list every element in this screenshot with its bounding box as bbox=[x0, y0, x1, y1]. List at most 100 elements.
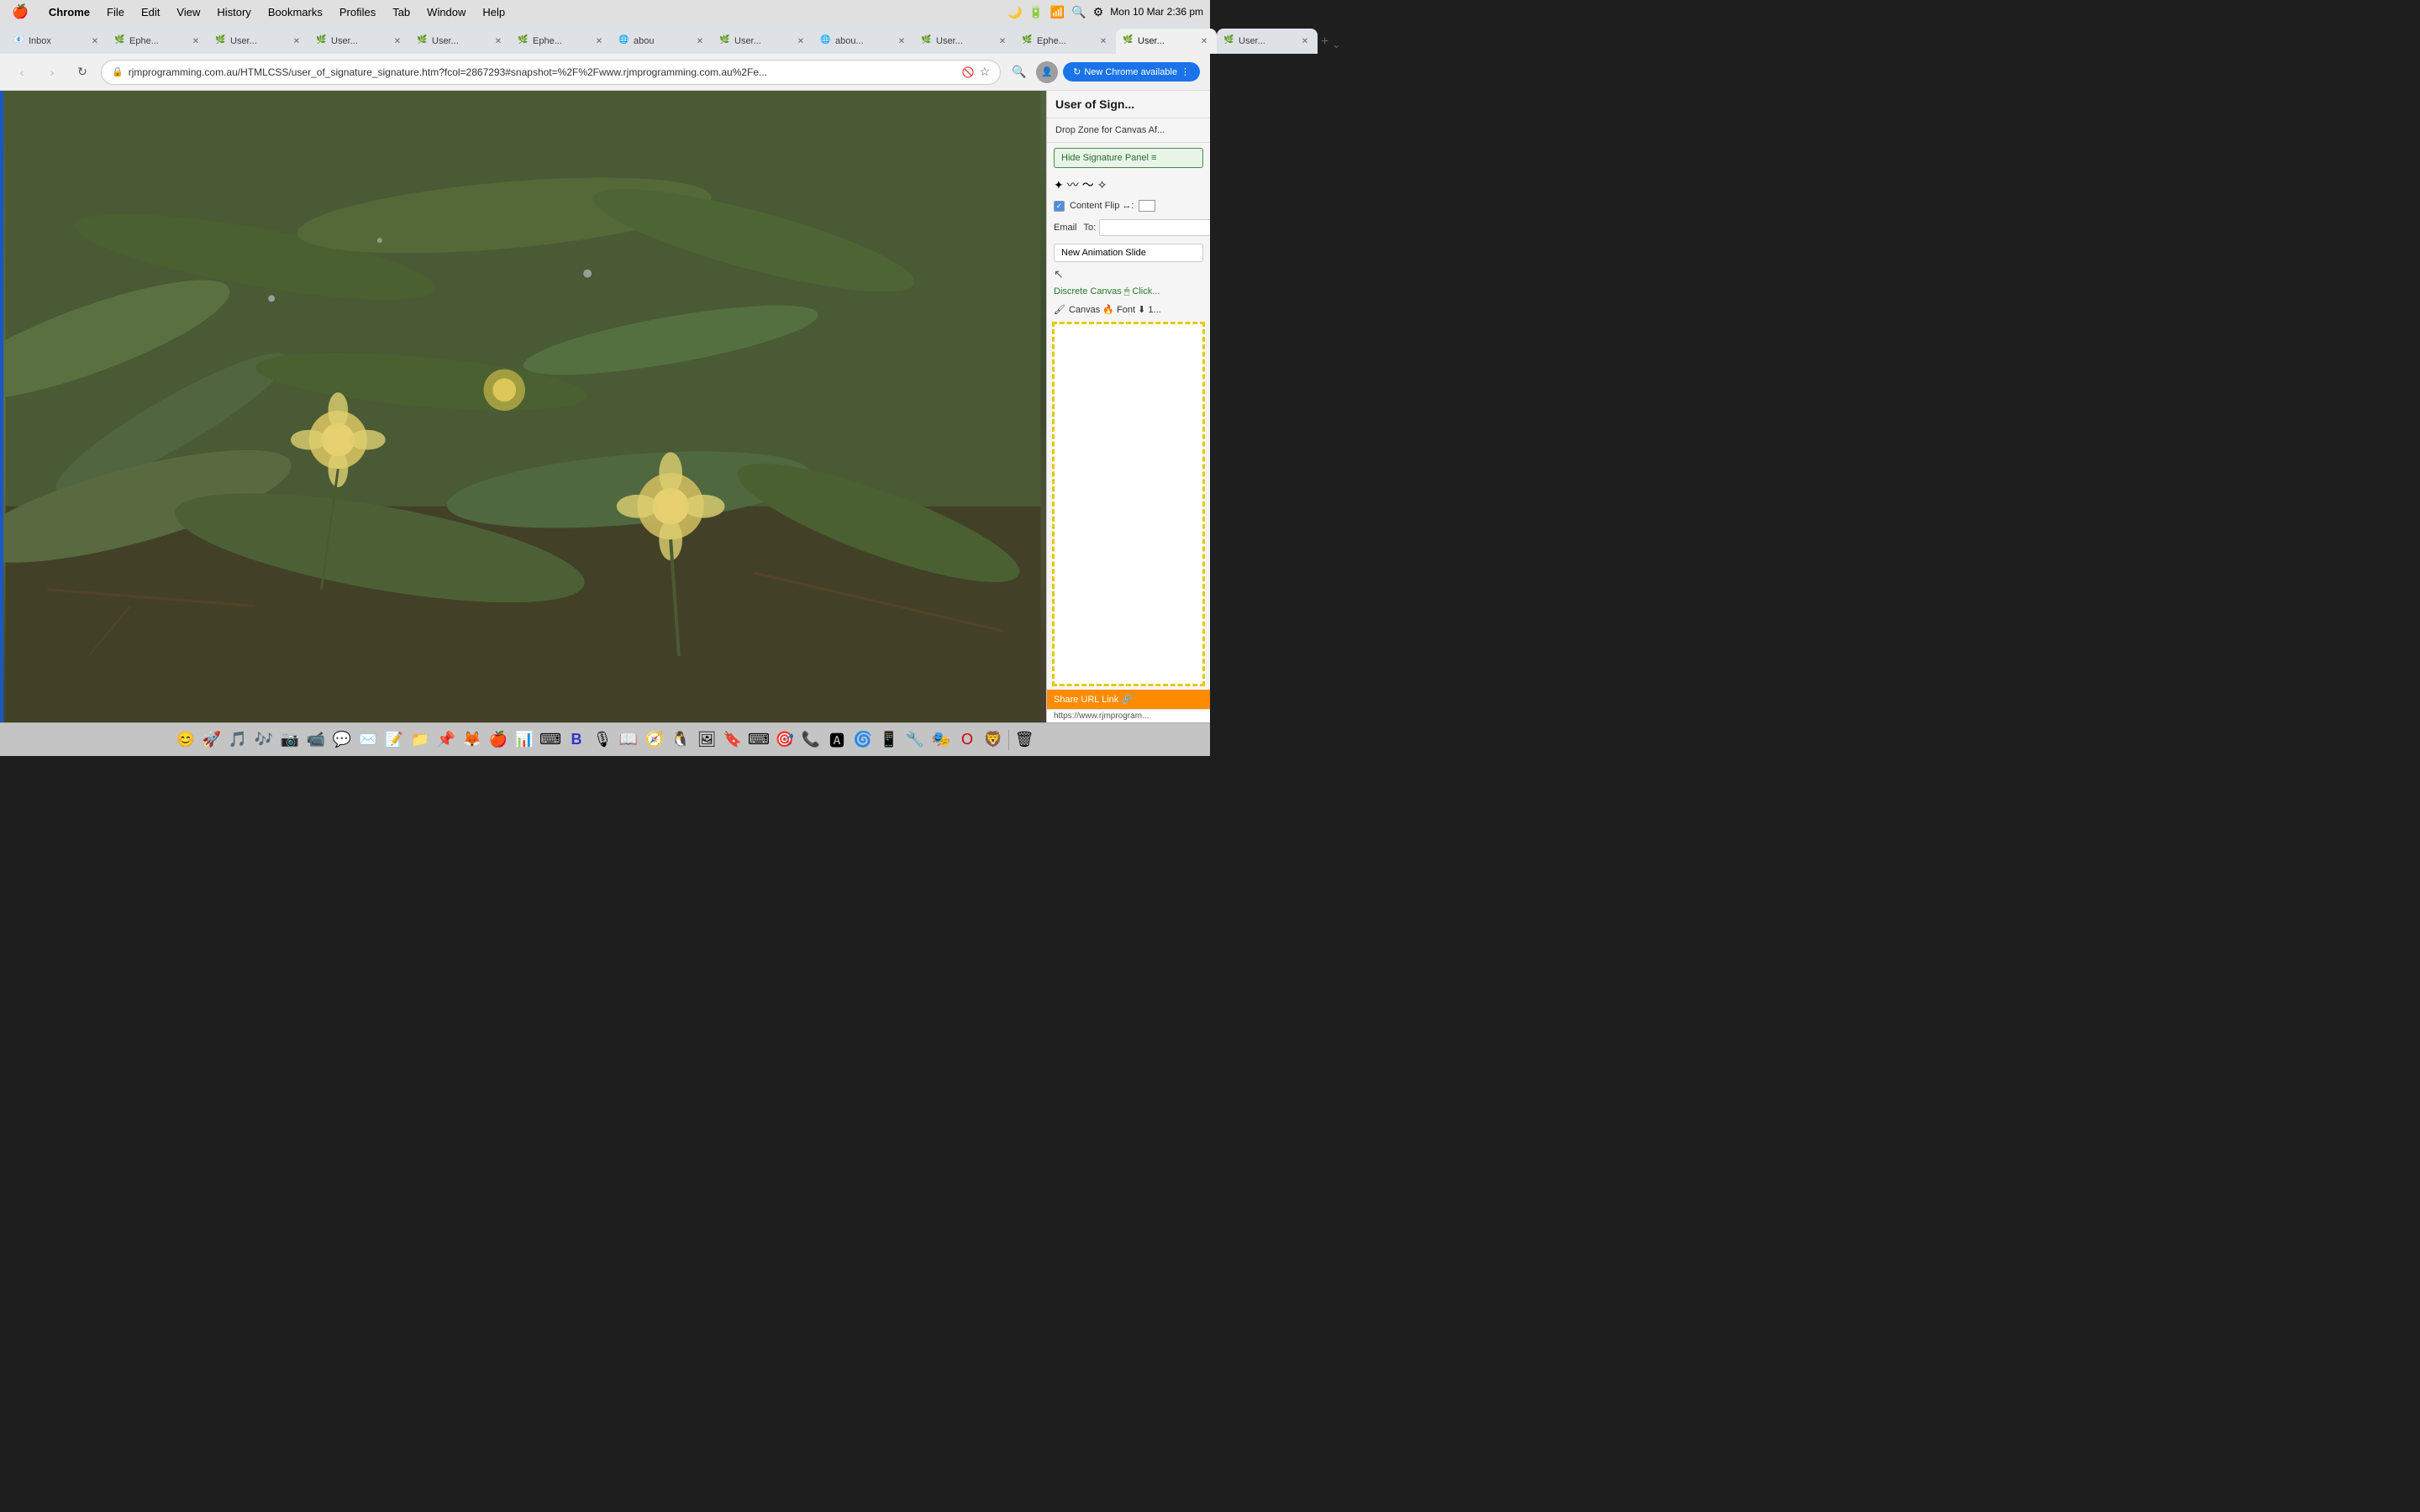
dock-app6[interactable]: 🎯 bbox=[772, 727, 797, 753]
flip-control[interactable] bbox=[1139, 200, 1155, 212]
tab-8-favicon: 🌿 bbox=[719, 35, 731, 47]
discrete-canvas-row[interactable]: Discrete Canvas 🖱 Click... bbox=[1047, 283, 1210, 301]
dock-firefox[interactable]: 🦊 bbox=[460, 727, 485, 753]
bookmark-icon[interactable]: ☆ bbox=[980, 65, 991, 79]
dock-trash[interactable]: 🗑 bbox=[1012, 727, 1037, 753]
menu-window[interactable]: Window bbox=[422, 4, 471, 20]
tab-5[interactable]: 🌿 User... ✕ bbox=[410, 29, 511, 54]
tab-7[interactable]: 🌐 abou ✕ bbox=[612, 29, 713, 54]
dock-filezilla[interactable]: 📁 bbox=[408, 727, 433, 753]
dark-mode-icon[interactable]: 🌙 bbox=[1007, 5, 1022, 19]
tab-6[interactable]: 🌿 Ephe... ✕ bbox=[511, 29, 612, 54]
tab-1[interactable]: 📧 Inbox ✕ bbox=[7, 29, 108, 54]
dock-terminal[interactable]: ⌨ bbox=[538, 727, 563, 753]
hide-signature-button[interactable]: Hide Signature Panel ≡ bbox=[1054, 148, 1203, 168]
menu-edit[interactable]: Edit bbox=[136, 4, 165, 20]
reload-button[interactable]: ↻ bbox=[71, 60, 94, 84]
back-button[interactable]: ‹ bbox=[10, 60, 34, 84]
dock-app9[interactable]: 🔧 bbox=[902, 727, 928, 753]
sig-icon-4[interactable]: ✧ bbox=[1097, 178, 1107, 192]
canvas-area[interactable] bbox=[1052, 322, 1205, 686]
sig-icon-3[interactable]: 〜 bbox=[1082, 176, 1094, 193]
menu-profiles[interactable]: Profiles bbox=[334, 4, 381, 20]
tab-6-close[interactable]: ✕ bbox=[593, 35, 605, 47]
tab-13-close[interactable]: ✕ bbox=[1299, 35, 1311, 47]
tab-10-favicon: 🌿 bbox=[921, 35, 933, 47]
sig-icon-1[interactable]: ✦ bbox=[1054, 178, 1064, 192]
dock-app10[interactable]: 🎭 bbox=[929, 727, 954, 753]
menu-bookmarks[interactable]: Bookmarks bbox=[263, 4, 328, 20]
share-url-row[interactable]: Share URL Link 🔗 bbox=[1047, 690, 1210, 709]
dock-preview[interactable]: 🖼 bbox=[694, 727, 719, 753]
to-input[interactable] bbox=[1099, 219, 1210, 236]
tab-2[interactable]: 🌿 Ephe... ✕ bbox=[108, 29, 208, 54]
new-animation-button[interactable]: New Animation Slide bbox=[1054, 244, 1203, 262]
url-bar[interactable]: 🔒 rjmprogramming.com.au/HTMLCSS/user_of_… bbox=[101, 60, 1001, 85]
dock-app4[interactable]: B bbox=[564, 727, 589, 753]
dock-music[interactable]: 🎵 bbox=[225, 727, 250, 753]
tab-7-close[interactable]: ✕ bbox=[694, 35, 706, 47]
dock-launchpad[interactable]: 🚀 bbox=[199, 727, 224, 753]
menu-view[interactable]: View bbox=[171, 4, 205, 20]
dock-finder[interactable]: 😊 bbox=[173, 727, 198, 753]
content-flip-checkbox[interactable]: ✓ bbox=[1054, 201, 1065, 212]
dock-mail[interactable]: ✉️ bbox=[355, 727, 381, 753]
tab-13[interactable]: 🌿 User... ✕ bbox=[1217, 29, 1318, 54]
dock-zoom[interactable]: 📞 bbox=[798, 727, 823, 753]
tab-5-close[interactable]: ✕ bbox=[492, 35, 504, 47]
dock-photos[interactable]: 📷 bbox=[277, 727, 302, 753]
dock-brave[interactable]: 🦁 bbox=[981, 727, 1006, 753]
menu-file[interactable]: File bbox=[102, 4, 129, 20]
tab-9-close[interactable]: ✕ bbox=[896, 35, 908, 47]
dock-books[interactable]: 📖 bbox=[616, 727, 641, 753]
tab-10-close[interactable]: ✕ bbox=[997, 35, 1008, 47]
dock-app1[interactable]: 📌 bbox=[434, 727, 459, 753]
profile-avatar[interactable]: 👤 bbox=[1036, 61, 1058, 83]
panel-dropzone[interactable]: Drop Zone for Canvas Af... bbox=[1047, 118, 1210, 143]
dock-safari[interactable]: 🧭 bbox=[642, 727, 667, 753]
tab-1-close[interactable]: ✕ bbox=[89, 35, 101, 47]
dock-facetime[interactable]: 📹 bbox=[303, 727, 329, 753]
dock-itunes[interactable]: 🎶 bbox=[251, 727, 276, 753]
tab-2-close[interactable]: ✕ bbox=[190, 35, 202, 47]
apple-menu[interactable]: 🍎 bbox=[7, 2, 34, 22]
tab-10[interactable]: 🌿 User... ✕ bbox=[914, 29, 1015, 54]
tab-dropdown-button[interactable]: ⌄ bbox=[1328, 35, 1344, 54]
tab-11[interactable]: 🌿 Ephe... ✕ bbox=[1015, 29, 1116, 54]
tab-12[interactable]: 🌿 User... ✕ bbox=[1116, 29, 1217, 54]
tab-4-label: User... bbox=[331, 36, 388, 46]
menu-tab[interactable]: Tab bbox=[387, 4, 415, 20]
dock-linux[interactable]: 🐧 bbox=[668, 727, 693, 753]
dock-app3[interactable]: 📊 bbox=[512, 727, 537, 753]
tab-9[interactable]: 🌐 abou... ✕ bbox=[813, 29, 914, 54]
search-menu-icon[interactable]: 🔍 bbox=[1071, 5, 1086, 19]
menu-history[interactable]: History bbox=[212, 4, 255, 20]
dock-iterm[interactable]: ⌨ bbox=[746, 727, 771, 753]
dock-chrome[interactable]: 🌀 bbox=[850, 727, 876, 753]
tab-3-close[interactable]: ✕ bbox=[291, 35, 302, 47]
tab-8-close[interactable]: ✕ bbox=[795, 35, 807, 47]
wifi-icon[interactable]: 📶 bbox=[1050, 5, 1065, 19]
tab-4-close[interactable]: ✕ bbox=[392, 35, 403, 47]
dock-app5[interactable]: 🔖 bbox=[720, 727, 745, 753]
tab-4[interactable]: 🌿 User... ✕ bbox=[309, 29, 410, 54]
dock-podcast[interactable]: 🎙 bbox=[590, 727, 615, 753]
tab-12-close[interactable]: ✕ bbox=[1198, 35, 1210, 47]
menu-chrome[interactable]: Chrome bbox=[44, 4, 95, 20]
dock-notes[interactable]: 📝 bbox=[381, 727, 407, 753]
control-center-icon[interactable]: ⚙ bbox=[1093, 5, 1104, 19]
dock-messages[interactable]: 💬 bbox=[329, 727, 355, 753]
dock-app8[interactable]: 📱 bbox=[876, 727, 902, 753]
dock-app7[interactable]: 🅰 bbox=[824, 727, 850, 753]
tab-8[interactable]: 🌿 User... ✕ bbox=[713, 29, 813, 54]
sig-icon-2[interactable]: 〰 bbox=[1067, 176, 1079, 193]
dock-opera[interactable]: O bbox=[955, 727, 980, 753]
update-chrome-button[interactable]: ↻ New Chrome available ⋮ bbox=[1063, 62, 1200, 81]
menu-help[interactable]: Help bbox=[477, 4, 510, 20]
tab-3[interactable]: 🌿 User... ✕ bbox=[208, 29, 309, 54]
tab-11-close[interactable]: ✕ bbox=[1097, 35, 1109, 47]
dock-app2[interactable]: 🍎 bbox=[486, 727, 511, 753]
zoom-button[interactable]: 🔍 bbox=[1007, 60, 1031, 84]
new-tab-button[interactable]: + bbox=[1321, 30, 1328, 54]
forward-button[interactable]: › bbox=[40, 60, 64, 84]
